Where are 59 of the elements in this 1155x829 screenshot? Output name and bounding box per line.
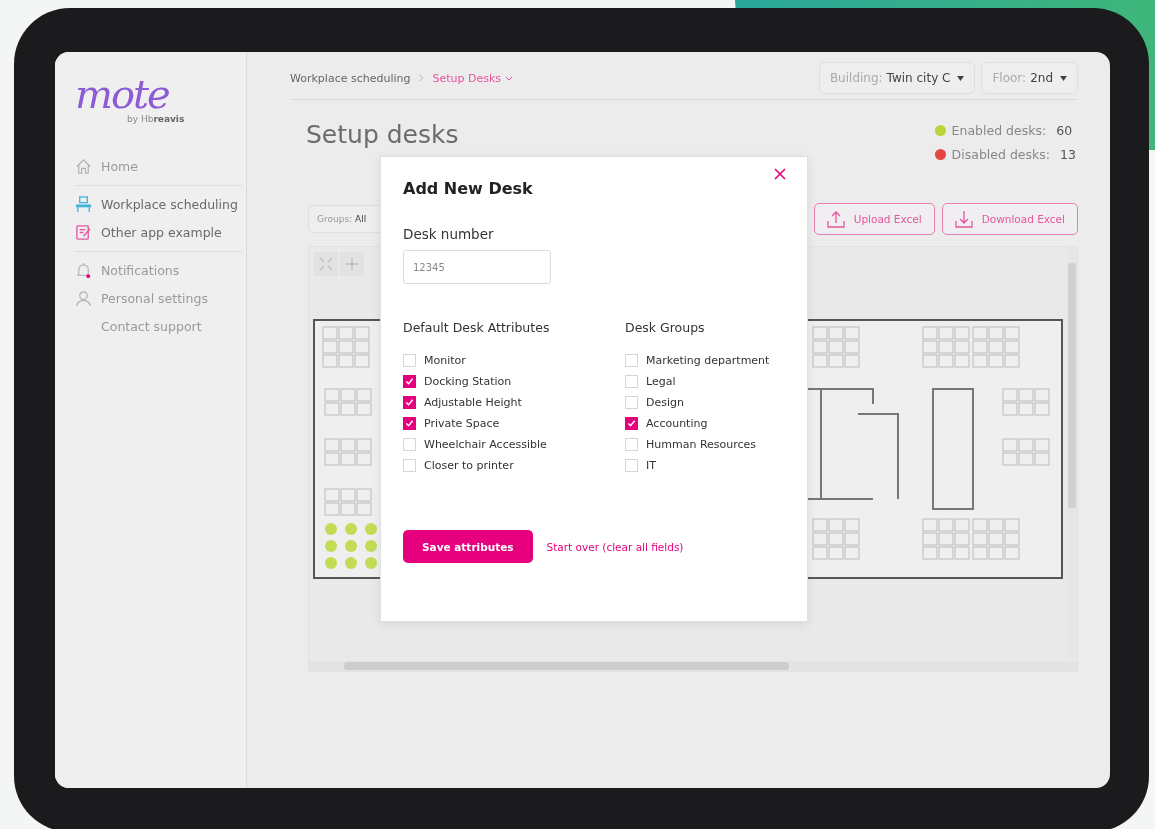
caret-icon [1060,75,1067,81]
logo-byline: by Hbreavis [127,114,185,124]
sidebar-item[interactable]: Home [75,158,242,175]
sidebar-item[interactable]: Notifications [75,262,242,279]
upload-icon [826,210,845,228]
upload-button[interactable]: Upload Excel [813,203,935,235]
chevron-right-icon [418,74,425,82]
checkbox[interactable] [403,396,416,409]
checkbox-label: Adjustable Height [424,396,522,409]
checkbox-label: Private Space [424,417,500,430]
stat-label: Enabled desks: [951,123,1047,138]
desk-number-field[interactable]: 12345 [403,250,551,284]
dialog-title: Add New Desk [403,179,534,198]
sidebar-item[interactable]: Other app example [75,224,242,241]
sidebar-item[interactable]: Contact support [75,318,242,335]
field-label: Desk number [403,226,495,242]
horizontal-scrollbar[interactable] [309,661,1077,671]
stat-count: 60 [1056,123,1074,138]
checkbox[interactable] [403,417,416,430]
sidebar-item[interactable]: Personal settings [75,290,242,307]
download-icon [954,210,973,228]
checkbox[interactable] [403,375,416,388]
chevron-down-icon [505,75,514,82]
fit-view-icon [319,257,333,271]
dropdown[interactable]: Floor: 2nd [981,62,1078,94]
close-button[interactable] [773,167,787,181]
desk-icon [75,196,92,213]
page-title: Setup desks [306,120,459,149]
save-button[interactable]: Save attributes [403,530,533,563]
home-icon [75,158,92,175]
fit-view-button[interactable] [314,252,338,276]
checkbox-label: Marketing department [646,354,770,367]
breadcrumb-link[interactable]: Workplace scheduling [290,71,411,85]
sidebar-item[interactable]: Workplace scheduling [75,196,242,213]
bell-icon [75,262,92,279]
checkbox-label: Closer to printer [424,459,514,472]
person-icon [75,290,92,307]
checkbox-label: Design [646,396,684,409]
checkbox-label: Humman Resources [646,438,757,451]
checkbox-label: Legal [646,375,676,388]
zoom-in-button[interactable] [340,252,364,276]
download-button[interactable]: Download Excel [941,203,1078,235]
caret-icon [957,75,965,81]
checkbox-label: Wheelchair Accessible [424,438,547,451]
plus-icon [345,257,359,271]
checkbox-label: Monitor [424,354,466,367]
dropdown[interactable]: Building: Twin city C [818,62,976,94]
stat-label: Disabled desks: [951,147,1050,162]
start-over-link[interactable]: Start over (clear all fields) [546,540,684,553]
checkbox-label: IT [646,459,656,472]
breadcrumb-link[interactable]: Setup Desks [432,71,514,85]
logo-wordmark: mote [75,74,169,114]
checkbox-label: Docking Station [424,375,512,388]
note-edit-icon [75,224,92,241]
section-heading: Desk Groups [625,320,706,335]
section-heading: Default Desk Attributes [403,320,551,335]
checkbox[interactable] [625,417,638,430]
stat-count: 13 [1060,147,1077,162]
checkbox-label: Accounting [646,417,708,430]
